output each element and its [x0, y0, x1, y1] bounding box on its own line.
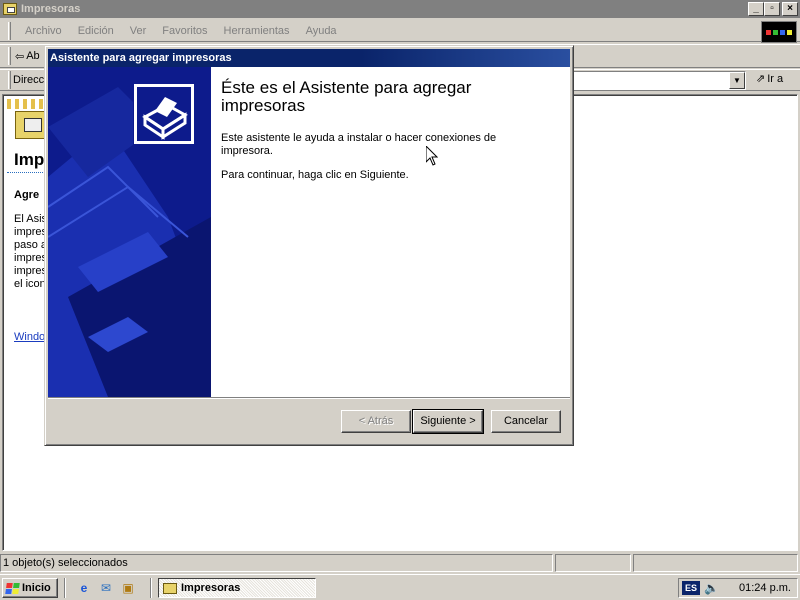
address-grip[interactable] [8, 71, 11, 89]
next-button[interactable]: Siguiente > [412, 409, 484, 434]
address-dropdown-button[interactable]: ▼ [729, 72, 745, 89]
folder-description: El Asis impres paso a impres impres el i… [14, 213, 47, 291]
taskbar: Inicio e ✉ ▣ Impresoras ES 🔈 01:24 p.m. [0, 574, 800, 600]
desc-line: impres [14, 252, 48, 264]
status-bar: 1 objeto(s) seleccionados [0, 553, 800, 573]
outlook-express-icon[interactable]: ✉ [98, 580, 114, 596]
windows-logo-icon [761, 21, 797, 43]
wizard-body: Éste es el Asistente para agregar impres… [48, 67, 570, 397]
desc-line: impres [14, 226, 48, 238]
window-title: Impresoras [21, 3, 81, 15]
minimize-button[interactable]: _ [748, 2, 764, 16]
menu-ayuda[interactable]: Ayuda [298, 25, 345, 37]
wizard-paragraph-2: Para continuar, haga clic en Siguiente. [221, 169, 409, 181]
volume-icon[interactable]: 🔈 [704, 581, 719, 595]
window-controls: _ ▫ × [748, 2, 798, 16]
menu-bar: Archivo Edición Ver Favoritos Herramient… [0, 20, 800, 42]
wizard-paragraph-1: Este asistente le ayuda a instalar o hac… [221, 132, 497, 157]
windows-flag-icon [5, 582, 20, 594]
show-desktop-icon[interactable]: ▣ [120, 580, 136, 596]
start-button[interactable]: Inicio [2, 578, 58, 598]
desc-line: impres [14, 265, 48, 277]
menu-herramientas[interactable]: Herramientas [216, 25, 298, 37]
status-text: 1 objeto(s) seleccionados [0, 554, 553, 572]
wizard-titlebar[interactable]: Asistente para agregar impresoras [48, 49, 570, 67]
status-pane-2 [555, 554, 631, 572]
status-pane-3 [633, 554, 798, 572]
back-arrow-icon: ⇦ [15, 50, 25, 63]
window-titlebar[interactable]: Impresoras _ ▫ × [0, 0, 800, 18]
menu-edicion[interactable]: Edición [70, 25, 122, 37]
desc-line: el icon [14, 278, 46, 290]
restore-button[interactable]: ▫ [764, 2, 780, 16]
cancel-button[interactable]: Cancelar [491, 410, 561, 433]
printer-icon [133, 83, 195, 145]
back-wizard-button[interactable]: < Atrás [341, 410, 411, 433]
mouse-cursor-icon [426, 146, 438, 166]
wizard-heading: Éste es el Asistente para agregar impres… [221, 78, 472, 115]
printer-folder-icon [3, 3, 17, 15]
tasks-separator [150, 578, 152, 598]
menu-ver[interactable]: Ver [122, 25, 155, 37]
internet-explorer-icon[interactable]: e [76, 580, 92, 596]
wizard-separator [48, 397, 570, 399]
add-printer-wizard-dialog: Asistente para agregar impresoras Éste e… [44, 45, 574, 446]
toolbar-grip[interactable] [8, 47, 11, 65]
go-label: Ir a [767, 72, 784, 85]
clock[interactable]: 01:24 p.m. [739, 582, 791, 594]
menu-archivo[interactable]: Archivo [17, 25, 70, 37]
go-arrow-icon: ⇗ [756, 73, 766, 85]
desc-line: paso a [14, 239, 48, 251]
windows-update-link[interactable]: Windo [14, 331, 45, 343]
go-button[interactable]: ⇗ Ir a [756, 72, 784, 86]
close-button[interactable]: × [782, 2, 798, 16]
language-indicator[interactable]: ES [682, 581, 700, 595]
folder-subtitle: Agre [14, 189, 40, 201]
back-button[interactable]: ⇦ Ab [15, 50, 40, 63]
menu-favoritos[interactable]: Favoritos [154, 25, 215, 37]
menu-grip[interactable] [8, 21, 11, 40]
system-tray: ES 🔈 01:24 p.m. [678, 578, 798, 598]
wizard-side-banner [48, 67, 211, 397]
folder-title: Imp [14, 150, 45, 169]
quicklaunch-separator [64, 578, 66, 598]
task-label: Impresoras [181, 582, 241, 594]
task-impresoras[interactable]: Impresoras [158, 578, 316, 598]
address-label: Direcci [13, 74, 47, 86]
back-label: Ab [26, 50, 40, 62]
folder-icon [163, 582, 177, 594]
desc-line: El Asis [14, 213, 48, 225]
start-label: Inicio [22, 582, 51, 594]
